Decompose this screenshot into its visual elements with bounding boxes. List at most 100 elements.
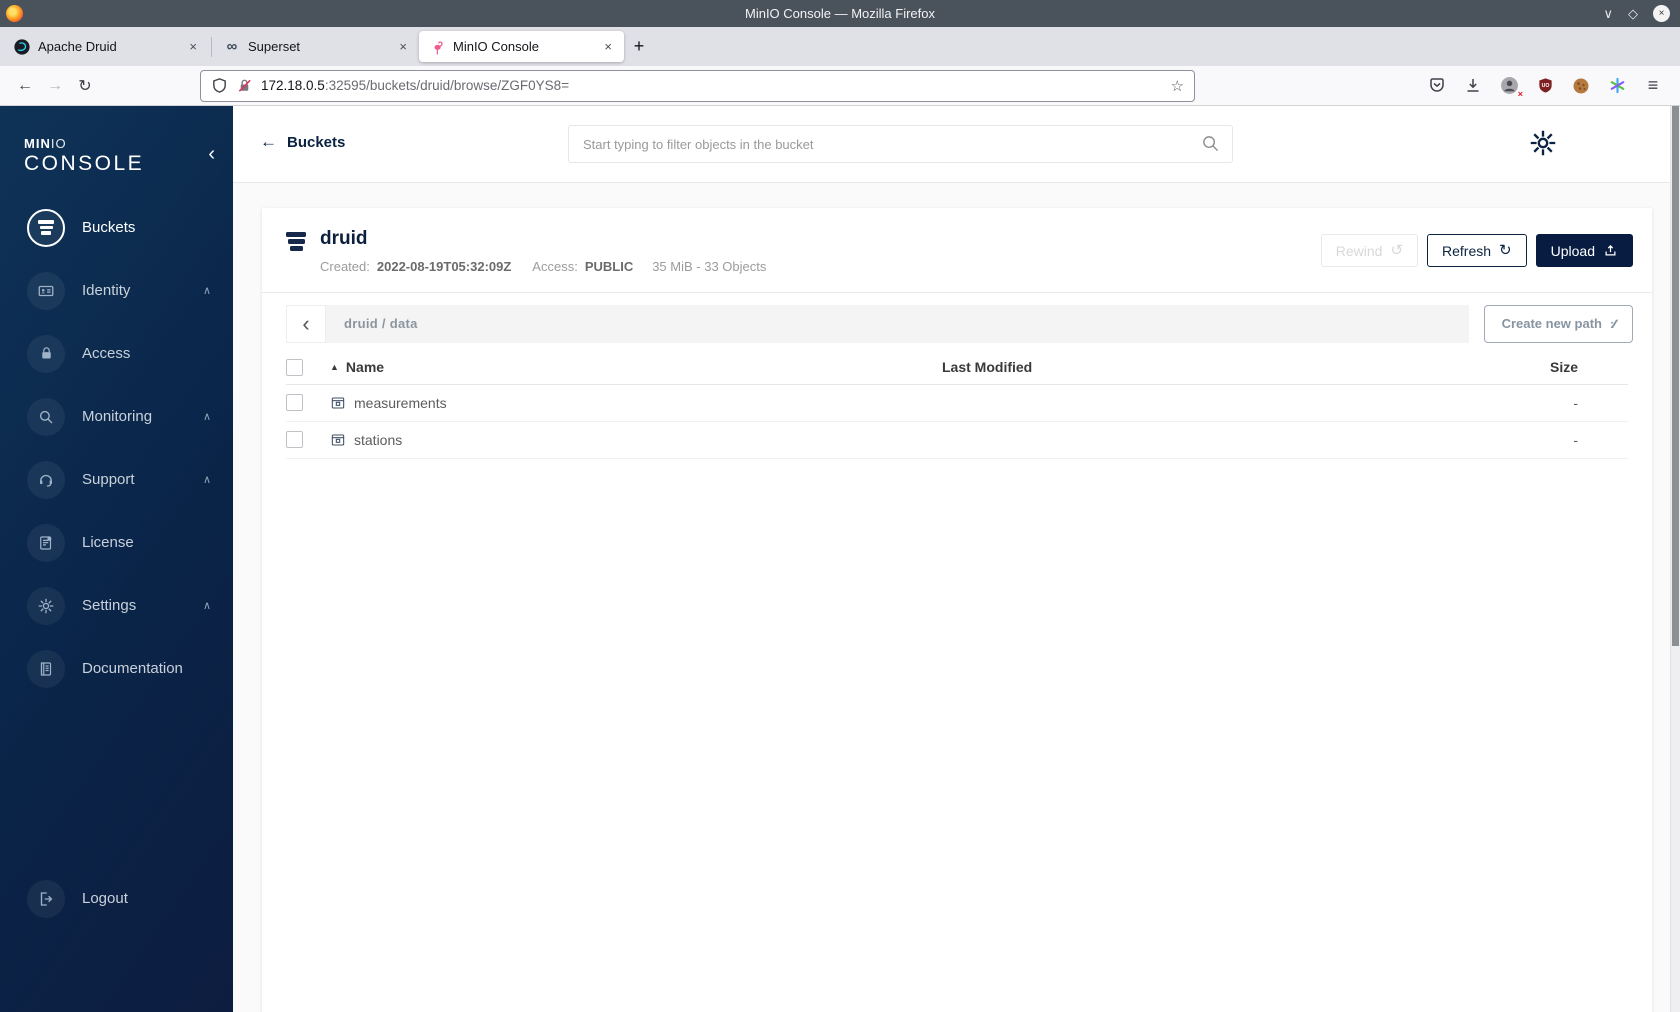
table-row[interactable]: measurements - — [286, 385, 1628, 422]
ublock-origin-icon[interactable]: UO — [1532, 73, 1558, 99]
sidebar: MINIO CONSOLE ‹ Buckets Identity ∧ Acces… — [0, 106, 233, 1012]
sidebar-nav: Buckets Identity ∧ Access Monitoring ∧ S… — [0, 196, 233, 700]
upload-button[interactable]: Upload — [1535, 234, 1633, 267]
tab-close-icon[interactable]: × — [602, 39, 614, 54]
created-value: 2022-08-19T05:32:09Z — [376, 258, 512, 274]
bucket-icon — [286, 232, 306, 251]
sidebar-item-identity[interactable]: Identity ∧ — [0, 259, 233, 322]
bookmark-star-icon[interactable]: ☆ — [1171, 77, 1184, 95]
last-modified-header[interactable]: Last Modified — [942, 359, 1468, 375]
svg-text:UO: UO — [1541, 83, 1549, 89]
sidebar-item-buckets[interactable]: Buckets — [0, 196, 233, 259]
documentation-book-icon — [27, 649, 65, 688]
buckets-icon — [27, 208, 65, 247]
profile-error-badge: × — [1517, 88, 1523, 99]
chevron-up-icon[interactable]: ∧ — [203, 599, 211, 612]
create-new-path-button[interactable]: Create new path:∕∕ — [1483, 304, 1633, 343]
chevron-up-icon[interactable]: ∧ — [203, 410, 211, 423]
toolbar-extensions: × UO ≡ — [1424, 73, 1670, 99]
sidebar-item-settings[interactable]: Settings ∧ — [0, 574, 233, 637]
sidebar-item-monitoring[interactable]: Monitoring ∧ — [0, 385, 233, 448]
tab-label: Superset — [248, 39, 301, 54]
tab-apache-druid[interactable]: Apache Druid × — [4, 31, 209, 62]
chevron-up-icon[interactable]: ∧ — [203, 473, 211, 486]
name-header[interactable]: Name — [346, 359, 384, 375]
object-name[interactable]: stations — [354, 432, 402, 448]
gear-icon — [27, 586, 65, 625]
tab-label: Apache Druid — [38, 39, 117, 54]
row-checkbox[interactable] — [286, 431, 303, 449]
tab-separator — [211, 36, 212, 57]
tab-minio-console[interactable]: MinIO Console × — [419, 31, 624, 62]
asterisk-extension-icon[interactable] — [1604, 73, 1630, 99]
maximize-icon[interactable]: ◇ — [1628, 7, 1638, 20]
forward-icon[interactable]: → — [40, 71, 70, 101]
tab-superset[interactable]: ∞ Superset × — [214, 31, 419, 62]
url-host: 172.18.0.5 — [261, 78, 325, 93]
sidebar-item-documentation[interactable]: Documentation — [0, 637, 233, 700]
rewind-icon: ↺ — [1390, 242, 1404, 259]
logo-console: CONSOLE — [24, 152, 145, 175]
buckets-back-link[interactable]: ← Buckets — [260, 132, 345, 152]
console-settings-gear-icon[interactable] — [1529, 129, 1557, 157]
select-all-checkbox[interactable] — [286, 358, 303, 376]
object-size: - — [1573, 431, 1578, 448]
buckets-back-label: Buckets — [287, 133, 346, 151]
tab-bar: Apache Druid × ∞ Superset × MinIO Consol… — [0, 27, 1680, 66]
back-arrow-icon: ← — [260, 132, 277, 151]
created-label: Created: — [320, 258, 370, 274]
object-name[interactable]: measurements — [354, 395, 447, 411]
folder-icon — [330, 432, 346, 448]
size-header[interactable]: Size — [1468, 359, 1628, 375]
new-tab-button[interactable]: + — [624, 32, 654, 62]
rewind-button[interactable]: Rewind ↺ — [1320, 234, 1419, 267]
downloads-icon[interactable] — [1460, 73, 1486, 99]
support-headset-icon — [27, 460, 65, 499]
sort-asc-icon[interactable]: ▲ — [330, 362, 339, 372]
scrollbar-thumb[interactable] — [1672, 106, 1679, 646]
reload-icon[interactable]: ↻ — [70, 71, 100, 101]
refresh-button[interactable]: Refresh ↻ — [1427, 234, 1527, 267]
url-bar[interactable]: 172.18.0.5:32595/buckets/druid/browse/ZG… — [200, 69, 1195, 102]
filter-objects-input[interactable] — [568, 125, 1233, 163]
page-scrollbar[interactable] — [1670, 106, 1680, 1012]
row-checkbox[interactable] — [286, 394, 303, 412]
search-icon — [1201, 134, 1220, 153]
object-size: - — [1573, 394, 1578, 411]
screen: MinIO Console — Mozilla Firefox ∨ ◇ × Ap… — [0, 0, 1680, 1012]
divider — [262, 291, 1652, 293]
url-toolbar: ← → ↻ 172.18.0.5:32595/buckets/druid/bro… — [0, 66, 1680, 106]
close-window-icon[interactable]: × — [1653, 5, 1670, 22]
url-text[interactable]: 172.18.0.5:32595/buckets/druid/browse/ZG… — [261, 78, 1163, 93]
sidebar-collapse-icon[interactable]: ‹ — [208, 144, 215, 164]
tracking-shield-icon[interactable] — [211, 77, 228, 94]
minimize-icon[interactable]: ∨ — [1603, 7, 1613, 20]
table-header-row: ▲ Name Last Modified Size — [286, 351, 1628, 385]
sidebar-item-license[interactable]: License — [0, 511, 233, 574]
sidebar-item-logout[interactable]: Logout — [0, 867, 233, 930]
pocket-icon[interactable] — [1424, 73, 1450, 99]
sidebar-item-access[interactable]: Access — [0, 322, 233, 385]
main-header: ← Buckets — [233, 106, 1680, 183]
menu-icon[interactable]: ≡ — [1640, 73, 1666, 99]
license-document-icon — [27, 523, 65, 562]
logo-min: MIN — [24, 136, 51, 151]
minio-flamingo-favicon — [429, 39, 445, 55]
window-title: MinIO Console — Mozilla Firefox — [745, 6, 935, 21]
chevron-up-icon[interactable]: ∧ — [203, 284, 211, 297]
cookie-extension-icon[interactable] — [1568, 73, 1594, 99]
profile-extension-icon[interactable]: × — [1496, 73, 1523, 99]
path-back-button[interactable]: ‹ — [286, 304, 326, 343]
tab-close-icon[interactable]: × — [397, 39, 409, 54]
sidebar-item-support[interactable]: Support ∧ — [0, 448, 233, 511]
page-body: druid Created: 2022-08-19T05:32:09Z Acce… — [233, 183, 1680, 1012]
titlebar: MinIO Console — Mozilla Firefox ∨ ◇ × — [0, 0, 1680, 27]
back-icon[interactable]: ← — [10, 71, 40, 101]
minio-console-logo: MINIO CONSOLE — [24, 136, 144, 176]
url-path: :32595/buckets/druid/browse/ZGF0YS8= — [324, 78, 570, 93]
table-row[interactable]: stations - — [286, 422, 1628, 459]
apache-druid-favicon — [14, 38, 30, 55]
insecure-lock-icon[interactable] — [236, 77, 253, 94]
tab-close-icon[interactable]: × — [187, 39, 199, 54]
main-content: ← Buckets dr — [233, 106, 1680, 1012]
